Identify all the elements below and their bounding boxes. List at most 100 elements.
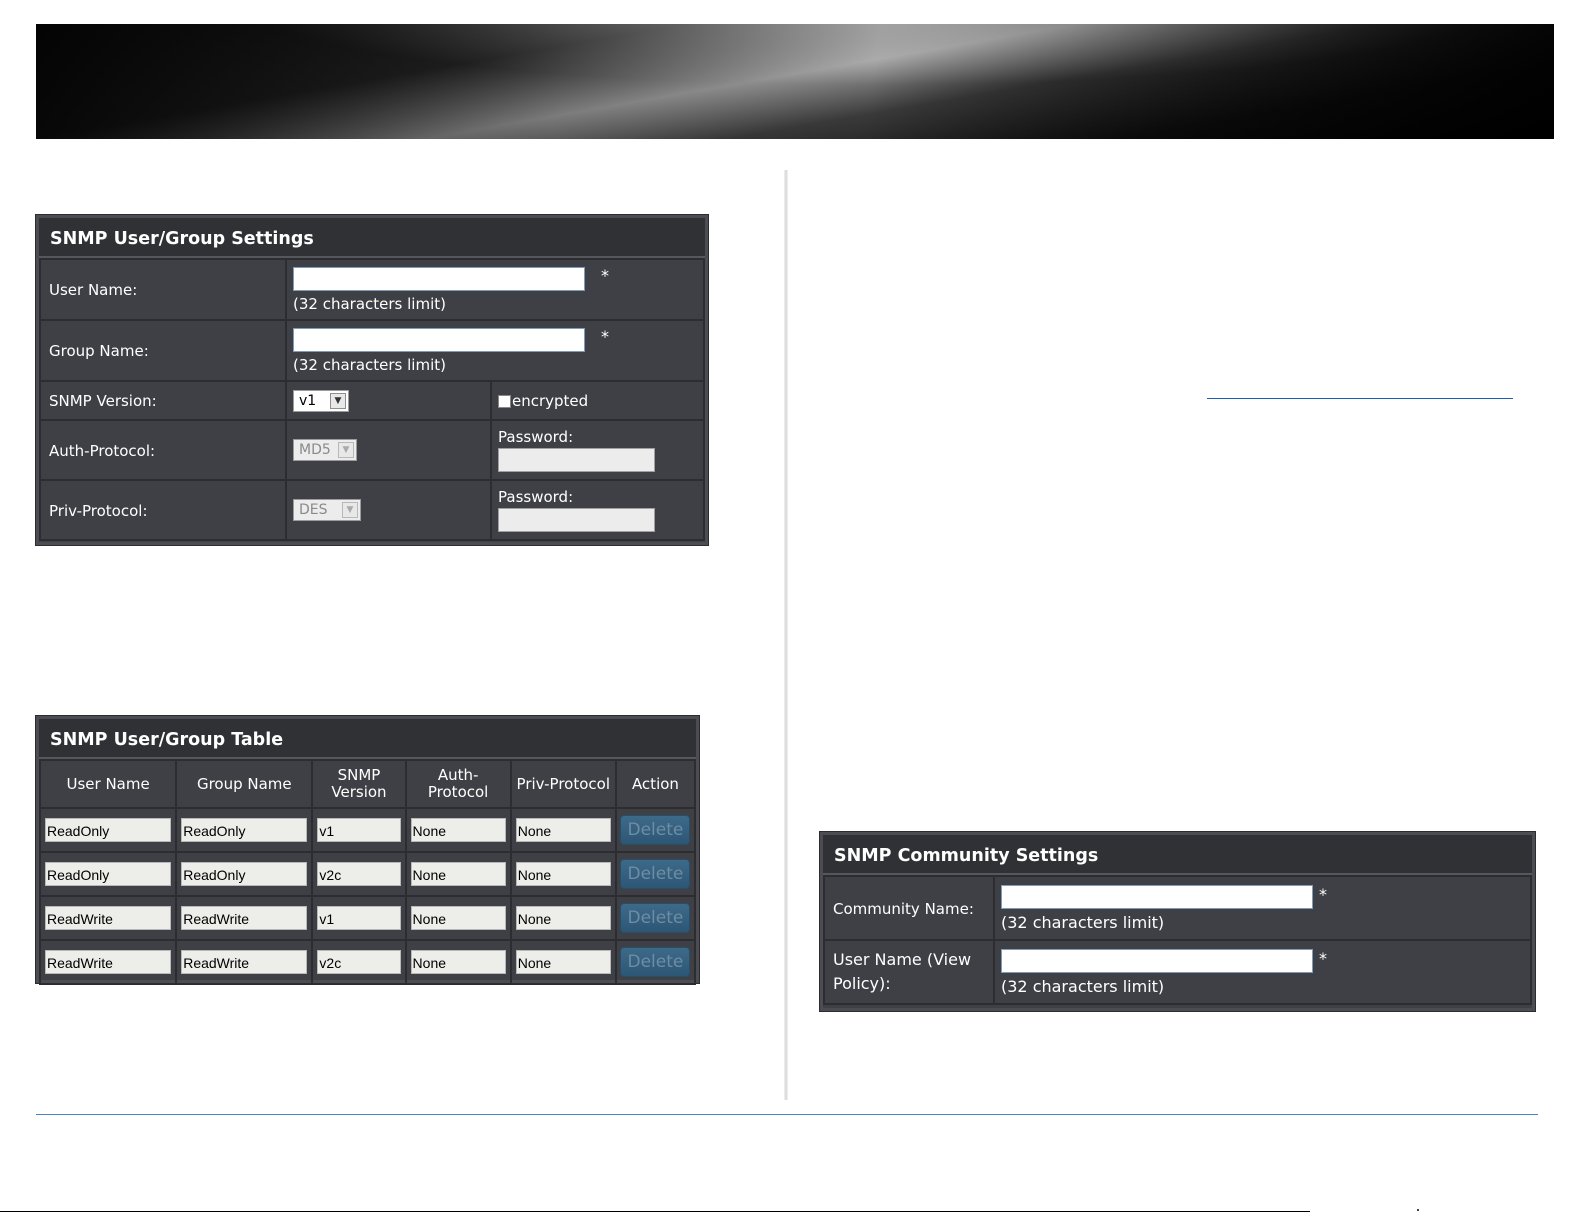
table-cell: None <box>509 895 617 941</box>
limit-note: (32 characters limit) <box>293 294 446 313</box>
user-field[interactable]: ReadOnly <box>45 818 172 842</box>
priv-protocol-select[interactable]: DES ▼ <box>293 499 361 521</box>
user-group-settings-panel: SNMP User/Group Settings User Name: * (3… <box>36 215 708 545</box>
column-header-text: Protocol <box>427 783 489 801</box>
delete-button[interactable]: Delete <box>620 859 691 889</box>
auth-password-input[interactable] <box>498 448 655 472</box>
settings-form: User Name: * (32 characters limit) Group… <box>39 258 705 541</box>
priv-password-input[interactable] <box>498 508 655 532</box>
column-header: Auth- Protocol <box>404 759 512 809</box>
limit-note: (32 characters limit) <box>293 355 446 374</box>
table-row: ReadOnly ReadOnly v1 None None Delete <box>38 807 697 853</box>
column-header-text: Version <box>331 783 387 801</box>
table-cell: None <box>404 895 512 941</box>
auth-field[interactable]: None <box>410 906 506 930</box>
delete-button[interactable]: Delete <box>620 947 691 977</box>
panel-title: SNMP User/Group Table <box>39 719 696 759</box>
table-cell: v2c <box>311 939 407 985</box>
group-field[interactable]: ReadOnly <box>181 818 308 842</box>
delete-button[interactable]: Delete <box>620 815 691 845</box>
header-banner <box>36 24 1554 139</box>
link-underline[interactable] <box>1207 398 1513 399</box>
community-form: Community Name: * (32 characters limit) … <box>823 875 1532 1005</box>
group-field[interactable]: ReadWrite <box>181 950 308 974</box>
chevron-down-icon: ▼ <box>342 502 358 518</box>
required-mark: * <box>601 266 609 285</box>
column-header-text: Auth- <box>437 766 479 784</box>
priv-field[interactable]: None <box>515 818 611 842</box>
view-policy-label-line1: User Name (View <box>833 950 972 969</box>
group-field[interactable]: ReadWrite <box>181 906 308 930</box>
column-header-text: User Name <box>66 774 150 793</box>
table-cell: ReadWrite <box>175 939 314 985</box>
auth-field[interactable]: None <box>410 950 506 974</box>
column-header-text: Priv-Protocol <box>516 774 610 793</box>
view-policy-label: User Name (View Policy): <box>825 948 993 996</box>
bottom-mark <box>1417 1209 1419 1211</box>
table-cell: None <box>509 851 617 897</box>
panel-title: SNMP User/Group Settings <box>39 218 705 258</box>
panel-title: SNMP Community Settings <box>823 835 1532 875</box>
column-header: Group Name <box>175 759 314 809</box>
auth-protocol-value: MD5 <box>299 442 331 458</box>
column-header-text: Action <box>631 774 679 793</box>
priv-field[interactable]: None <box>515 906 611 930</box>
auth-protocol-label: Auth-Protocol: <box>49 441 156 460</box>
table-header-row: User Name Group Name SNMP Version Auth- Proto… <box>38 759 697 809</box>
community-settings-panel: SNMP Community Settings Community Name: … <box>820 832 1535 1011</box>
user-name-label: User Name: <box>49 281 138 299</box>
table-cell: None <box>404 851 512 897</box>
group-field[interactable]: ReadOnly <box>181 862 308 886</box>
group-name-input[interactable] <box>293 327 585 352</box>
community-name-label: Community Name: <box>833 899 974 918</box>
auth-field[interactable]: None <box>410 862 506 886</box>
limit-note: (32 characters limit) <box>1001 912 1165 932</box>
version-field[interactable]: v2c <box>317 862 401 886</box>
table-cell: None <box>404 807 512 853</box>
table-cell: v2c <box>311 851 407 897</box>
column-header: Action <box>614 759 697 809</box>
chevron-down-icon: ▼ <box>330 392 346 409</box>
table-cell: None <box>509 939 617 985</box>
priv-field[interactable]: None <box>515 862 611 886</box>
table-cell: v1 <box>311 895 407 941</box>
footer-divider <box>36 1114 1538 1115</box>
column-header: User Name <box>38 759 178 809</box>
delete-button[interactable]: Delete <box>620 903 691 933</box>
auth-protocol-select[interactable]: MD5 ▼ <box>293 439 357 461</box>
user-name-input[interactable] <box>293 266 585 291</box>
user-field[interactable]: ReadOnly <box>45 862 172 886</box>
encrypted-checkbox[interactable] <box>498 394 511 408</box>
user-field[interactable]: ReadWrite <box>45 950 172 974</box>
table-row: ReadOnly ReadOnly v2c None None Delete <box>38 851 697 897</box>
table-cell: ReadOnly <box>175 851 314 897</box>
column-divider <box>784 170 788 1100</box>
column-header-text: SNMP <box>337 766 381 784</box>
table-cell: ReadOnly <box>175 807 314 853</box>
chevron-down-icon: ▼ <box>338 442 354 458</box>
user-field[interactable]: ReadWrite <box>45 906 172 930</box>
table-cell: Delete <box>614 807 697 853</box>
auth-field[interactable]: None <box>410 818 506 842</box>
required-mark: * <box>1319 949 1327 968</box>
column-header-text: Group Name <box>196 774 292 793</box>
table-cell: Delete <box>614 851 697 897</box>
priv-password-label: Password: <box>498 488 574 506</box>
table-cell: Delete <box>614 895 697 941</box>
version-field[interactable]: v1 <box>317 818 401 842</box>
table-cell: ReadOnly <box>38 851 178 897</box>
community-name-input[interactable] <box>1001 884 1313 909</box>
version-field[interactable]: v1 <box>317 906 401 930</box>
required-mark: * <box>601 327 609 346</box>
view-policy-input[interactable] <box>1001 948 1313 973</box>
user-group-table-panel: SNMP User/Group Table User Name Group Nam… <box>36 716 699 985</box>
snmp-version-select[interactable]: v1 ▼ <box>293 389 349 412</box>
column-header: Priv-Protocol <box>509 759 617 809</box>
view-policy-label-line2: Policy): <box>833 974 891 993</box>
table-cell: v1 <box>311 807 407 853</box>
user-group-table: User Name Group Name SNMP Version Auth- Proto… <box>38 759 697 985</box>
table-cell: ReadWrite <box>38 939 178 985</box>
version-field[interactable]: v2c <box>317 950 401 974</box>
table-row: ReadWrite ReadWrite v1 None None Delete <box>38 895 697 941</box>
priv-field[interactable]: None <box>515 950 611 974</box>
